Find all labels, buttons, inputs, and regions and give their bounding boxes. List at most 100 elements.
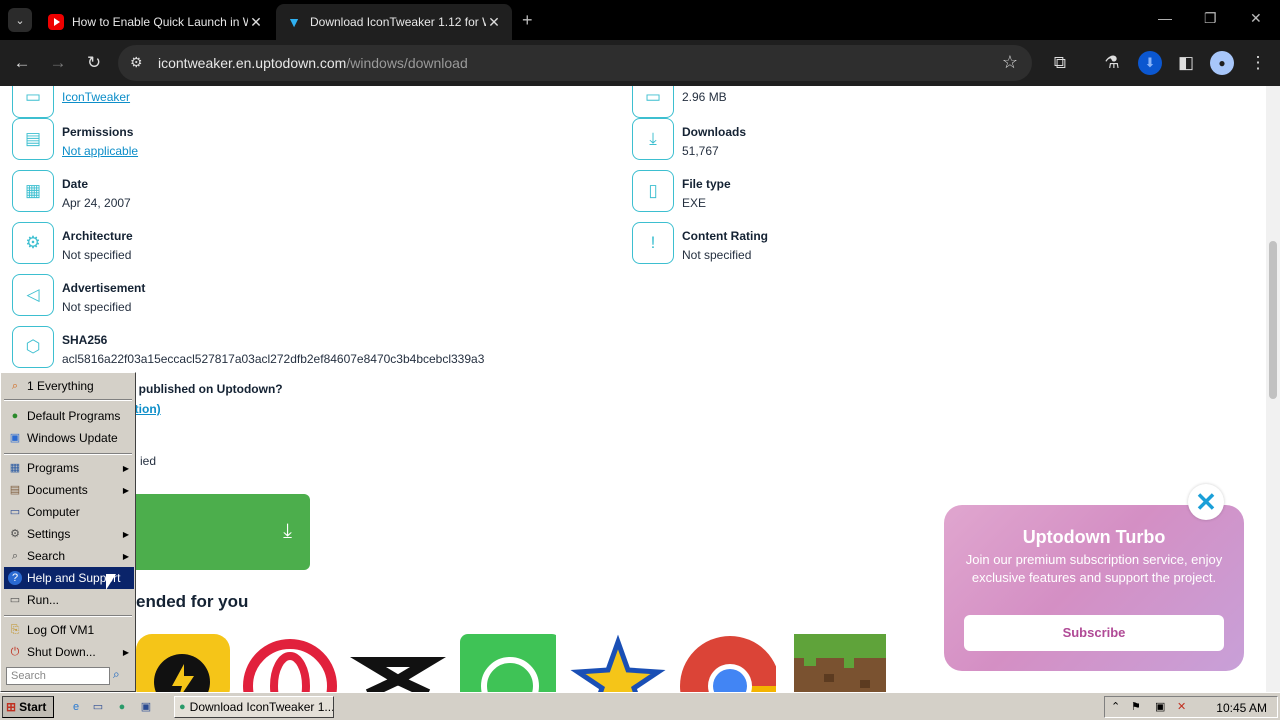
start-item-search[interactable]: ⌕ Search ▶: [4, 545, 134, 567]
download-count-icon: ⤓: [632, 118, 674, 160]
clock[interactable]: 10:45 AM: [1216, 701, 1267, 715]
windows-logo-icon: ⊞: [6, 700, 17, 714]
start-item-label: Search: [27, 549, 66, 563]
app-tile-flash[interactable]: [136, 634, 232, 692]
page-scrollbar[interactable]: [1266, 86, 1280, 692]
flag-icon[interactable]: ⚑: [1131, 700, 1141, 713]
run-icon: ▭: [9, 594, 21, 606]
start-item-everything[interactable]: ⌕ 1 Everything: [4, 375, 134, 397]
tab-uptodown[interactable]: ▼ Download IconTweaker 1.12 for W ✕: [276, 4, 512, 40]
start-item-shut-down[interactable]: ⏻ Shut Down... ▶: [4, 641, 134, 663]
shield-icon: ⬡: [12, 326, 54, 368]
permissions-link[interactable]: Not applicable: [62, 144, 138, 158]
promo-description: Join our premium subscription service, e…: [965, 552, 1223, 585]
app-tile-capcut[interactable]: [350, 634, 446, 692]
log-off-icon: ⎘: [10, 624, 20, 636]
author-link[interactable]: IconTweaker: [62, 90, 130, 104]
extensions-icon[interactable]: ⧉: [1048, 51, 1072, 75]
submenu-arrow-icon: ▶: [122, 485, 129, 495]
author-icon: ▭: [12, 86, 54, 118]
start-item-documents[interactable]: ▤ Documents ▶: [4, 479, 134, 501]
address-bar[interactable]: ⚙ icontweaker.en.uptodown.com/windows/do…: [118, 45, 1032, 81]
info-rating: ! Content Rating Not specified: [632, 222, 768, 264]
close-icon[interactable]: ✕: [1188, 484, 1224, 520]
show-desktop-icon[interactable]: ▭: [90, 699, 106, 715]
info-label: Permissions: [62, 125, 134, 139]
info-downloads: ⤓ Downloads 51,767: [632, 118, 746, 160]
new-tab-button[interactable]: +: [522, 10, 533, 31]
app-tile-star[interactable]: [570, 634, 666, 692]
start-item-programs[interactable]: ▦ Programs ▶: [4, 457, 134, 479]
tab-youtube[interactable]: How to Enable Quick Launch in W ✕: [38, 4, 274, 40]
info-date: ▦ Date Apr 24, 2007: [12, 170, 131, 212]
menu-icon[interactable]: ⋮: [1246, 51, 1270, 75]
info-label: File type: [682, 177, 731, 191]
forward-button[interactable]: →: [46, 51, 70, 75]
info-architecture: ⚙ Architecture Not specified: [12, 222, 133, 264]
app-tile-whatsapp[interactable]: [460, 634, 556, 692]
help-icon: ?: [8, 571, 22, 585]
minimize-button[interactable]: —: [1158, 10, 1172, 26]
start-item-settings[interactable]: ⚙ Settings ▶: [4, 523, 134, 545]
ie-icon[interactable]: e: [68, 699, 84, 715]
labs-icon[interactable]: ⚗: [1100, 51, 1124, 75]
info-permissions: ▤ Permissions Not applicable: [12, 118, 138, 160]
close-window-button[interactable]: ✕: [1250, 10, 1262, 27]
volume-muted-icon[interactable]: ✕: [1177, 700, 1186, 713]
info-sha256: ⬡ SHA256 acl5816a22f03a15eccacl527817a03…: [12, 326, 484, 368]
restore-button[interactable]: ❐: [1204, 10, 1217, 27]
app-tile-opera[interactable]: [242, 634, 338, 692]
start-item-label: Windows Update: [27, 431, 118, 445]
info-value: EXE: [682, 196, 707, 210]
sha256-value: acl5816a22f03a15eccacl527817a03acl272dfb…: [62, 352, 485, 366]
search-icon[interactable]: ⌕: [113, 667, 120, 682]
bookmark-star-icon[interactable]: ☆: [1002, 52, 1018, 73]
info-label: Advertisement: [62, 281, 146, 295]
info-label: Architecture: [62, 229, 133, 243]
reload-button[interactable]: ↻: [82, 51, 106, 75]
profile-icon[interactable]: ●: [1210, 51, 1234, 75]
start-item-default-programs[interactable]: ● Default Programs: [4, 405, 134, 427]
start-item-label: Programs: [27, 461, 80, 475]
site-info-icon[interactable]: ⚙: [130, 54, 143, 71]
documents-icon: ▤: [9, 484, 21, 496]
start-item-run[interactable]: ▭ Run...: [4, 589, 134, 611]
info-label: SHA256: [62, 333, 108, 347]
back-button[interactable]: ←: [10, 51, 34, 75]
youtube-icon: [48, 14, 64, 30]
taskbar-item-browser[interactable]: ● Download IconTweaker 1...: [174, 696, 334, 718]
start-button[interactable]: ⊞ Start: [2, 696, 54, 718]
info-label: Content Rating: [682, 229, 768, 243]
start-item-computer[interactable]: ▭ Computer: [4, 501, 134, 523]
start-item-windows-update[interactable]: ▣ Windows Update: [4, 427, 134, 449]
tray-expand-icon[interactable]: ⌃: [1111, 700, 1120, 713]
calendar-icon: ▦: [12, 170, 54, 212]
app-tile-chrome[interactable]: [680, 634, 776, 692]
subscribe-button[interactable]: Subscribe: [964, 615, 1224, 651]
start-item-label: Default Programs: [27, 409, 121, 423]
downloads-icon[interactable]: ⬇: [1138, 51, 1162, 75]
promo-title: Uptodown Turbo: [1022, 527, 1166, 547]
info-label: Date: [62, 177, 89, 191]
separator: [4, 453, 132, 455]
side-panel-icon[interactable]: ◧: [1174, 51, 1198, 75]
submenu-arrow-icon: ▶: [122, 529, 129, 539]
start-item-label: Run...: [27, 593, 60, 607]
close-icon[interactable]: ✕: [248, 14, 264, 31]
close-icon[interactable]: ✕: [486, 14, 502, 31]
megaphone-icon: ◁: [12, 274, 54, 316]
info-size: ▭ 2.96 MB: [632, 86, 727, 118]
start-item-label: Documents: [27, 483, 88, 497]
submenu-arrow-icon: ▶: [122, 551, 129, 561]
start-item-label: 1 Everything: [27, 379, 94, 393]
start-item-log-off[interactable]: ⎘ Log Off VM1: [4, 619, 134, 641]
app-tile-minecraft[interactable]: [794, 634, 890, 692]
chrome-quicklaunch-icon[interactable]: ●: [114, 699, 130, 715]
window-switch-icon[interactable]: ▣: [138, 699, 154, 715]
windows-update-icon: ▣: [9, 432, 21, 444]
scroll-thumb[interactable]: [1269, 241, 1277, 399]
network-icon[interactable]: ▣: [1155, 700, 1165, 713]
tab-search-button[interactable]: ⌄: [8, 8, 32, 32]
report-question: p published on Uptodown?: [128, 382, 283, 396]
start-search-input[interactable]: Search: [6, 667, 110, 685]
